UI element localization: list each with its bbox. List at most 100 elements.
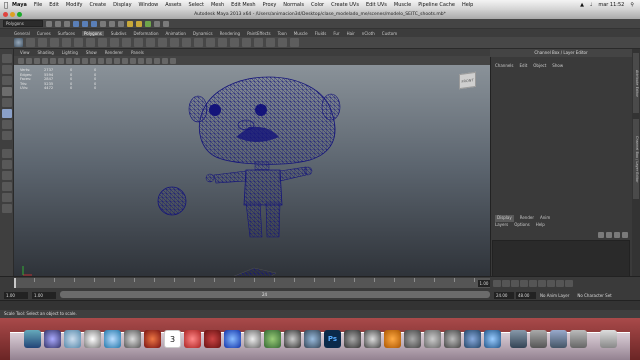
soften-edge-icon[interactable]	[278, 38, 287, 47]
boolean-icon[interactable]	[134, 38, 143, 47]
uv-editor-icon[interactable]	[266, 38, 275, 47]
paint-select-tool-icon[interactable]	[2, 76, 12, 85]
shelf-tab-deformation[interactable]: Deformation	[134, 31, 159, 36]
hypershade-layout-icon[interactable]	[2, 193, 12, 202]
poly-torus-icon[interactable]	[74, 38, 83, 47]
attribute-editor-tab[interactable]: Attribute Editor	[633, 53, 639, 113]
cb-menu-object[interactable]: Object	[533, 63, 546, 70]
calendar-icon[interactable]: 3	[164, 330, 181, 348]
poly-cylinder-icon[interactable]	[38, 38, 47, 47]
character-head[interactable]	[188, 76, 341, 165]
viewcube[interactable]: FRONT	[459, 71, 476, 90]
use-all-lights-icon[interactable]	[146, 57, 152, 64]
current-time-marker[interactable]	[14, 278, 16, 288]
render-settings-icon[interactable]	[145, 20, 151, 27]
menu-normals[interactable]: Normals	[283, 2, 304, 8]
step-forward-key-icon[interactable]	[547, 279, 555, 287]
wireframe-on-shaded-icon[interactable]	[122, 57, 128, 64]
poly-plane-icon[interactable]	[62, 38, 71, 47]
shelf-tab-rendering[interactable]: Rendering	[220, 31, 240, 36]
select-camera-icon[interactable]	[18, 57, 24, 64]
grid-icon[interactable]	[50, 57, 56, 64]
split-polygon-icon[interactable]	[206, 38, 215, 47]
single-pane-layout-icon[interactable]	[2, 149, 12, 158]
applications-stack-icon[interactable]	[510, 330, 527, 348]
shadows-icon[interactable]	[154, 57, 160, 64]
menu-proxy[interactable]: Proxy	[263, 2, 277, 8]
photo-app-icon[interactable]	[204, 330, 221, 348]
menu-edit[interactable]: Edit	[49, 2, 59, 8]
snap-curve-icon[interactable]	[109, 20, 115, 27]
shelf-tab-ncloth[interactable]: nCloth	[362, 31, 375, 36]
safe-title-icon[interactable]	[98, 57, 104, 64]
close-window-button[interactable]	[3, 12, 8, 17]
itunes-music-icon[interactable]	[224, 330, 241, 348]
menu-muscle[interactable]: Muscle	[394, 2, 411, 8]
menu-color[interactable]: Color	[311, 2, 324, 8]
zoom-window-button[interactable]	[17, 12, 22, 17]
launchpad-icon[interactable]	[44, 330, 61, 348]
range-slider-bar[interactable]	[60, 291, 490, 298]
utility-app-icon[interactable]	[404, 330, 421, 348]
save-scene-icon[interactable]	[64, 20, 70, 27]
wireframe-icon[interactable]	[106, 57, 112, 64]
shelf-tab-toon[interactable]: Toon	[278, 31, 287, 36]
shelf-tab-polygons[interactable]: Polygons	[81, 30, 104, 36]
shelf-tab-dynamics[interactable]: Dynamics	[193, 31, 213, 36]
fill-hole-icon[interactable]	[158, 38, 167, 47]
layer-menu-layers[interactable]: Layers	[495, 222, 508, 229]
network-app-icon[interactable]	[464, 330, 481, 348]
render-icon[interactable]	[127, 20, 133, 27]
select-hierarchy-icon[interactable]	[73, 20, 79, 27]
panel-menu-view[interactable]: View	[20, 50, 30, 55]
cb-menu-channels[interactable]: Channels	[495, 63, 514, 70]
snap-grid-icon[interactable]	[100, 20, 106, 27]
mail-icon[interactable]	[84, 330, 101, 348]
character-set-label[interactable]: No Character Set	[577, 293, 611, 298]
shelf-tab-general[interactable]: General	[14, 31, 30, 36]
preview-icon[interactable]	[284, 330, 301, 348]
gate-mask-icon[interactable]	[74, 57, 80, 64]
current-frame-field[interactable]: 1.00	[478, 280, 490, 287]
vlc-icon[interactable]	[384, 330, 401, 348]
new-layer-selected-icon[interactable]	[622, 232, 628, 238]
harden-edge-icon[interactable]	[290, 38, 299, 47]
poly-cone-icon[interactable]	[50, 38, 59, 47]
menu-file[interactable]: File	[34, 2, 42, 8]
time-machine-icon[interactable]	[244, 330, 261, 348]
shelf-tab-subdivs[interactable]: Subdivs	[111, 31, 127, 36]
xray-icon[interactable]	[130, 57, 136, 64]
combine-icon[interactable]	[86, 38, 95, 47]
shelf-tab-fur[interactable]: Fur	[333, 31, 339, 36]
move-layer-down-icon[interactable]	[606, 232, 612, 238]
lasso-tool-icon[interactable]	[2, 65, 12, 74]
channel-box-tab[interactable]: Channel Box / Layer Editor	[633, 119, 639, 199]
select-component-icon[interactable]	[91, 20, 97, 27]
planar-mapping-icon[interactable]	[254, 38, 263, 47]
bookmarks-icon[interactable]	[34, 57, 40, 64]
high-quality-icon[interactable]	[170, 57, 176, 64]
shelf-tab-animation[interactable]: Animation	[166, 31, 186, 36]
anim-end-field[interactable]: 48.00	[516, 291, 536, 299]
ipr-render-icon[interactable]	[136, 20, 142, 27]
finder-icon[interactable]	[24, 330, 41, 348]
new-scene-icon[interactable]	[46, 20, 52, 27]
preferences-app-icon[interactable]	[424, 330, 441, 348]
poly-sphere-icon[interactable]	[14, 38, 23, 47]
camera-attributes-icon[interactable]	[26, 57, 32, 64]
menu-create-uvs[interactable]: Create UVs	[331, 2, 359, 8]
menu-mesh[interactable]: Mesh	[211, 2, 224, 8]
shelf-tab-fluids[interactable]: Fluids	[315, 31, 327, 36]
menu-create[interactable]: Create	[89, 2, 106, 8]
cb-menu-edit[interactable]: Edit	[520, 63, 528, 70]
shelf-tab-muscle[interactable]: Muscle	[294, 31, 308, 36]
step-forward-frame-icon[interactable]	[538, 279, 546, 287]
step-back-frame-icon[interactable]	[511, 279, 519, 287]
menu-window[interactable]: Window	[139, 2, 159, 8]
render-view-layout-icon[interactable]	[2, 204, 12, 213]
menu-app-name[interactable]: Maya	[12, 2, 27, 8]
terminal-icon[interactable]	[364, 330, 381, 348]
menu-assets[interactable]: Assets	[165, 2, 181, 8]
textured-icon[interactable]	[138, 57, 144, 64]
show-channel-box-icon[interactable]	[163, 20, 169, 27]
